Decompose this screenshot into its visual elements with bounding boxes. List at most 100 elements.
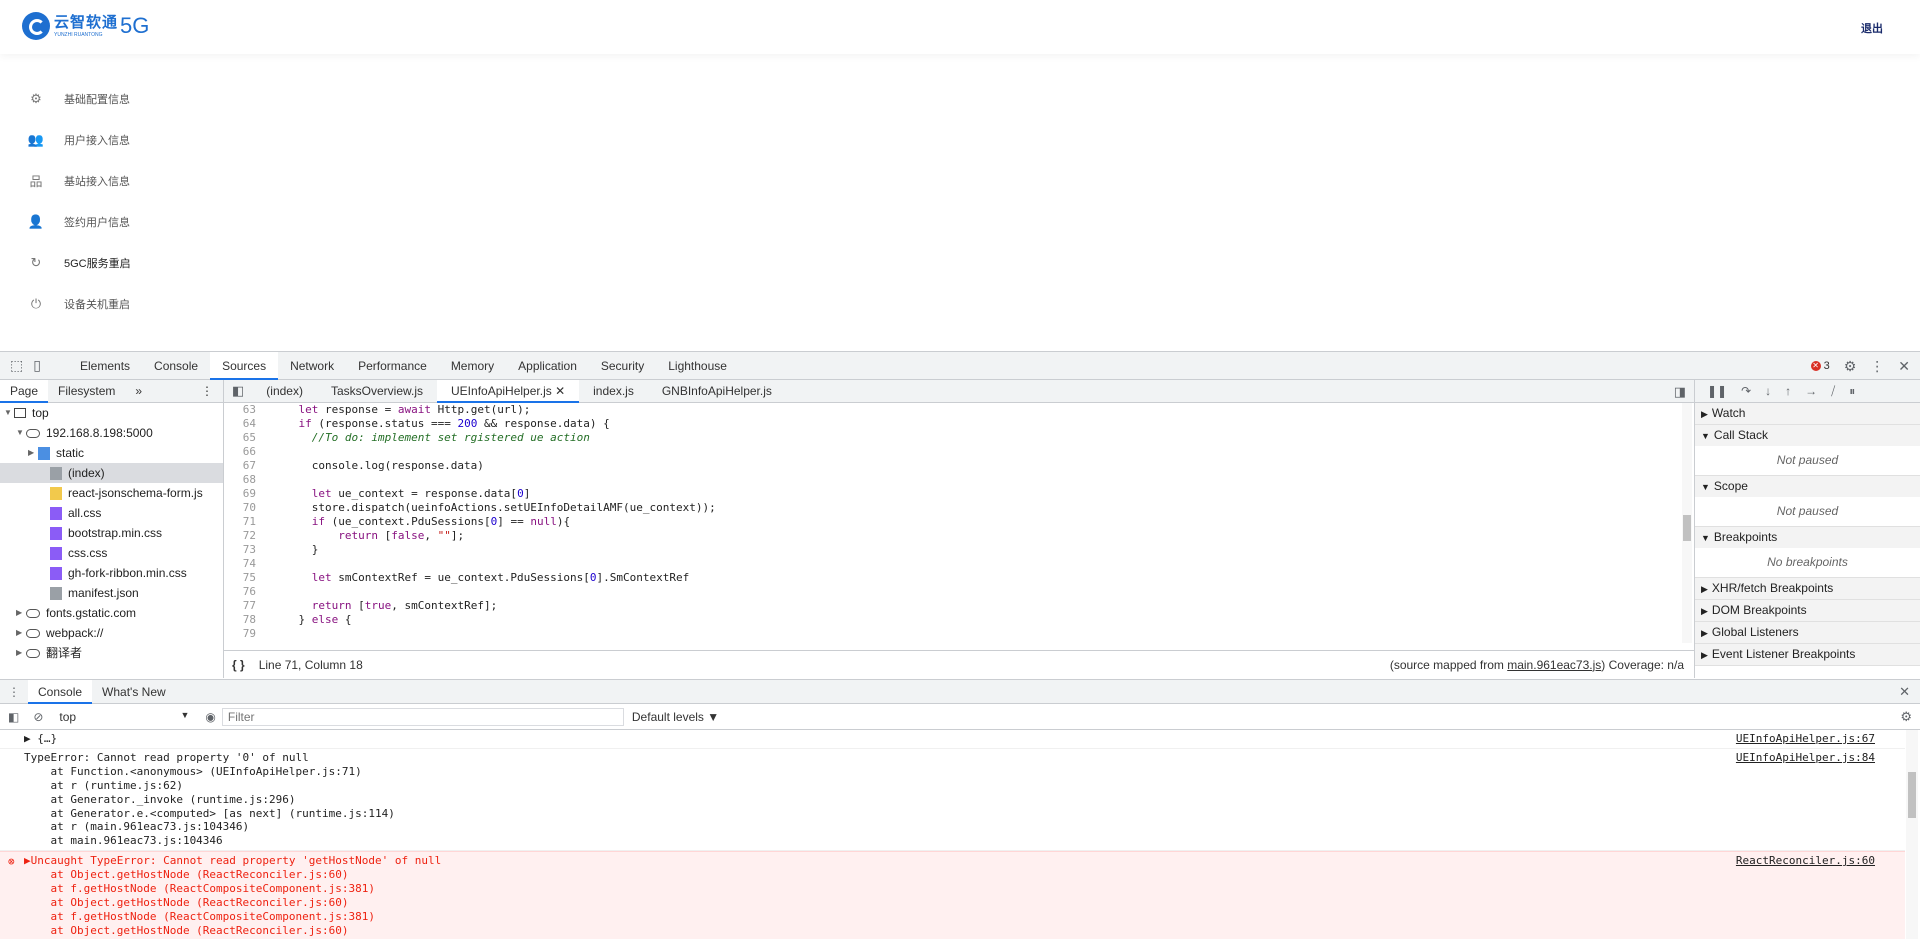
tree-item[interactable]: ▶ static: [0, 443, 223, 463]
editor-tab[interactable]: GNBInfoApiHelper.js: [648, 380, 786, 403]
deactivate-breakpoints-icon[interactable]: ⧸: [1831, 384, 1835, 399]
log-levels-select[interactable]: Default levels ▼: [632, 710, 719, 724]
tree-item[interactable]: bootstrap.min.css: [0, 523, 223, 543]
pane-header[interactable]: ▼ Scope: [1695, 476, 1920, 497]
code-view[interactable]: 63 let response = await Http.get(url); 64…: [224, 403, 1694, 643]
console-settings-icon[interactable]: ⚙: [1900, 709, 1912, 725]
editor-tab[interactable]: TasksOverview.js: [317, 380, 437, 403]
expand-arrow-icon: ▼: [16, 428, 24, 437]
drawer-tab-console[interactable]: Console: [28, 679, 93, 704]
pretty-print-icon[interactable]: { }: [232, 658, 245, 672]
close-tab-icon[interactable]: ✕: [555, 384, 565, 398]
message-line: at main.961eac73.js:104346: [24, 834, 223, 848]
tree-item[interactable]: react-jsonschema-form.js: [0, 483, 223, 503]
tree-item[interactable]: ▼ top: [0, 403, 223, 423]
editor-tab[interactable]: UEInfoApiHelper.js ✕: [437, 379, 580, 403]
editor-tab[interactable]: index.js: [579, 380, 648, 403]
nav-tab-page[interactable]: Page: [0, 379, 49, 403]
drawer-menu-icon[interactable]: ⋮: [0, 685, 28, 699]
editor-tab[interactable]: (index): [252, 380, 317, 403]
console-filter-input[interactable]: [221, 707, 624, 726]
tab-memory[interactable]: Memory: [439, 352, 506, 380]
tab-application[interactable]: Application: [506, 352, 589, 380]
step-over-icon[interactable]: ↷: [1741, 384, 1751, 398]
tree-item[interactable]: manifest.json: [0, 583, 223, 603]
doc-file-icon: [50, 586, 62, 600]
tab-elements[interactable]: Elements: [68, 352, 142, 380]
logo-icon: [22, 12, 50, 40]
nav-tab-filesystem[interactable]: Filesystem: [48, 380, 125, 403]
expand-arrow-icon: ▶: [16, 608, 23, 617]
menu-item-0[interactable]: ⚙ 基础配置信息: [28, 78, 188, 119]
settings-icon[interactable]: ⚙: [1844, 358, 1857, 375]
pause-on-exceptions-icon[interactable]: ⏸: [1849, 384, 1855, 399]
menu-item-5[interactable]: ⏻ 设备关机重启: [28, 283, 188, 324]
tab-console[interactable]: Console: [142, 352, 210, 380]
source-map-link[interactable]: main.961eac73.js: [1507, 658, 1601, 672]
close-drawer-icon[interactable]: ✕: [1899, 684, 1910, 700]
debug-pane: ▼ Scope Not paused: [1695, 476, 1920, 527]
pane-header[interactable]: ▶ DOM Breakpoints: [1695, 600, 1920, 621]
frame-icon: [14, 408, 26, 418]
toggle-navigator-icon[interactable]: ◧: [224, 383, 252, 399]
pane-header[interactable]: ▼ Breakpoints: [1695, 527, 1920, 548]
more-menu-icon[interactable]: ⋮: [1870, 358, 1884, 375]
close-devtools-icon[interactable]: ✕: [1898, 358, 1910, 375]
toggle-debugger-icon[interactable]: ◨: [1674, 380, 1686, 403]
pane-header[interactable]: ▶ Watch: [1695, 403, 1920, 424]
code-line: 79: [242, 627, 256, 640]
tab-sources[interactable]: Sources: [210, 351, 279, 380]
tree-item[interactable]: css.css: [0, 543, 223, 563]
error-count-badge[interactable]: ✕ 3: [1810, 360, 1830, 372]
menu-item-label: 用户接入信息: [64, 134, 130, 147]
tab-network[interactable]: Network: [278, 352, 346, 380]
tree-item[interactable]: gh-fork-ribbon.min.css: [0, 563, 223, 583]
logo-subtext: YUNZHI RUANTONG: [54, 32, 103, 38]
code-line: 63 let response = await Http.get(url);: [242, 403, 531, 416]
tab-lighthouse[interactable]: Lighthouse: [656, 352, 739, 380]
logo-text: 云智软通: [54, 14, 119, 31]
pane-header[interactable]: ▼ Call Stack: [1695, 425, 1920, 446]
message-source-link[interactable]: UEInfoApiHelper.js:84: [1736, 751, 1875, 764]
pane-header[interactable]: ▶ XHR/fetch Breakpoints: [1695, 578, 1920, 599]
inspect-icon[interactable]: ⬚: [10, 357, 23, 374]
tree-item[interactable]: all.css: [0, 503, 223, 523]
device-toggle-icon[interactable]: ▯: [33, 357, 41, 374]
editor-scrollbar[interactable]: [1682, 403, 1692, 643]
console-scrollbar[interactable]: [1906, 730, 1918, 939]
menu-item-2[interactable]: 品 基站接入信息: [28, 160, 188, 201]
error-icon: ⊗: [8, 855, 15, 869]
menu-item-1[interactable]: 👥 用户接入信息: [28, 119, 188, 160]
pause-icon[interactable]: ❚❚: [1707, 384, 1727, 398]
message-source-link[interactable]: UEInfoApiHelper.js:67: [1736, 732, 1875, 745]
navigator-pane: Page Filesystem » ⋮ ▼ top ▼ 192.168.8.198:5…: [0, 379, 224, 678]
tab-security[interactable]: Security: [589, 352, 656, 380]
tab-performance[interactable]: Performance: [346, 352, 439, 380]
pane-header[interactable]: ▶ Global Listeners: [1695, 622, 1920, 643]
context-select[interactable]: top ▼: [59, 710, 189, 724]
css-file-icon: [50, 566, 62, 580]
menu-item-4[interactable]: ↻ 5GC服务重启: [28, 242, 188, 283]
message-line: at Object.getHostNode (ReactReconciler.j…: [24, 923, 349, 937]
drawer-tab-whats-new[interactable]: What's New: [92, 680, 176, 704]
step-into-icon[interactable]: ↓: [1765, 384, 1771, 398]
logout-link[interactable]: 退出: [1861, 20, 1883, 36]
editor-status-bar: { } Line 71, Column 18 (source mapped fr…: [224, 650, 1694, 678]
code-line: 72 return [false, ""];: [242, 529, 465, 542]
tree-item[interactable]: ▶ webpack://: [0, 623, 223, 643]
tree-item[interactable]: ▼ 192.168.8.198:5000: [0, 423, 223, 443]
menu-item-3[interactable]: 👤 签约用户信息: [28, 201, 188, 242]
tree-item[interactable]: ▶ 翻译者: [0, 643, 223, 663]
code-line: 74: [242, 557, 256, 570]
pane-header[interactable]: ▶ Event Listener Breakpoints: [1695, 644, 1920, 665]
step-icon[interactable]: →: [1805, 384, 1817, 398]
tree-item[interactable]: ▶ fonts.gstatic.com: [0, 603, 223, 623]
tree-item[interactable]: (index): [0, 463, 223, 483]
more-tabs-icon[interactable]: »: [125, 380, 152, 403]
nav-menu-icon[interactable]: ⋮: [191, 380, 223, 403]
live-expression-icon[interactable]: ◉: [205, 710, 215, 724]
clear-console-icon[interactable]: ⊘: [33, 710, 43, 724]
message-source-link[interactable]: ReactReconciler.js:60: [1736, 854, 1875, 867]
step-out-icon[interactable]: ↑: [1785, 384, 1791, 398]
sidebar-toggle-icon[interactable]: ◧: [8, 710, 19, 724]
